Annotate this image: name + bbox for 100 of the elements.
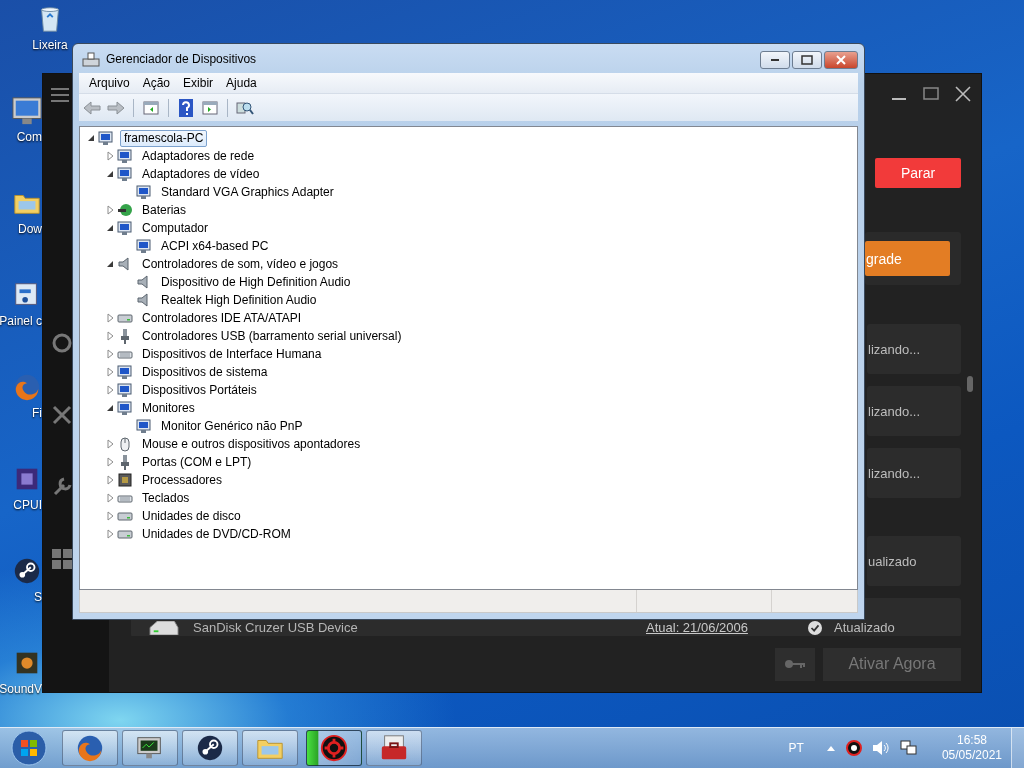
scrollbar-thumb[interactable] bbox=[967, 376, 973, 392]
monitor-icon bbox=[136, 238, 152, 254]
tree-item[interactable]: Dispositivos de Interface Humana bbox=[139, 345, 325, 363]
device-manager-icon bbox=[82, 50, 100, 67]
key-icon bbox=[784, 659, 806, 669]
tree-item[interactable]: Processadores bbox=[139, 471, 226, 489]
tree-item[interactable]: Computador bbox=[139, 219, 212, 237]
monitor-icon bbox=[117, 166, 133, 182]
expand-toggle[interactable] bbox=[105, 439, 115, 449]
monitor-icon bbox=[136, 418, 152, 434]
expand-toggle[interactable] bbox=[105, 403, 115, 413]
expand-toggle[interactable] bbox=[105, 349, 115, 359]
desktop-icon-label[interactable]: Painel c bbox=[0, 314, 42, 328]
network-icon[interactable] bbox=[899, 740, 918, 756]
minimize-button[interactable] bbox=[760, 51, 790, 69]
status-text: lizando... bbox=[867, 403, 921, 419]
expand-toggle[interactable] bbox=[105, 529, 115, 539]
tree-item[interactable]: Mouse e outros dispositivos apontadores bbox=[139, 435, 364, 453]
tree-item[interactable]: Monitor Genérico não PnP bbox=[158, 417, 306, 435]
device-name: SanDisk Cruzer USB Device bbox=[193, 620, 359, 635]
expand-toggle[interactable] bbox=[105, 313, 115, 323]
wrench-icon[interactable] bbox=[51, 476, 73, 498]
status-text: Atualizado bbox=[833, 620, 895, 635]
tree-item[interactable]: Controladores USB (barramento serial universal) bbox=[139, 327, 405, 345]
close-icon[interactable] bbox=[953, 84, 973, 104]
steam-icon bbox=[12, 556, 42, 586]
expand-toggle[interactable] bbox=[105, 151, 115, 161]
steam-icon bbox=[195, 733, 225, 763]
menu-item[interactable]: Arquivo bbox=[83, 76, 136, 90]
computer-icon bbox=[12, 96, 42, 126]
tree-item[interactable]: Standard VGA Graphics Adapter bbox=[158, 183, 337, 201]
menu-item[interactable]: Exibir bbox=[177, 76, 220, 90]
expand-toggle[interactable] bbox=[105, 457, 115, 467]
monitor-icon bbox=[117, 400, 133, 416]
version-link[interactable]: Atual: 21/06/2006 bbox=[646, 620, 808, 635]
tree-item[interactable]: Monitores bbox=[139, 399, 198, 417]
tree-item[interactable]: Dispositivo de High Definition Audio bbox=[158, 273, 354, 291]
menu-item[interactable]: Ajuda bbox=[220, 76, 263, 90]
tree-item[interactable]: Dispositivos de sistema bbox=[139, 363, 271, 381]
close-icon bbox=[835, 55, 847, 65]
maximize-icon bbox=[801, 55, 813, 65]
monitor-icon bbox=[98, 130, 114, 146]
window-title: Gerenciador de Dispositivos bbox=[106, 51, 258, 66]
tree-item[interactable]: Portas (COM e LPT) bbox=[139, 453, 255, 471]
monitor-icon bbox=[117, 382, 133, 398]
desktop-icon-label[interactable]: Com bbox=[16, 130, 42, 144]
taskbar-button[interactable] bbox=[306, 730, 362, 766]
menu-item[interactable]: Ação bbox=[136, 76, 177, 90]
firefox-icon bbox=[12, 372, 42, 402]
expand-toggle[interactable] bbox=[105, 223, 115, 233]
menu-icon[interactable] bbox=[51, 88, 69, 102]
help-icon[interactable] bbox=[176, 97, 196, 118]
expand-toggle[interactable] bbox=[105, 259, 115, 269]
minimize-icon bbox=[771, 59, 779, 61]
expand-toggle[interactable] bbox=[105, 331, 115, 341]
tree-item[interactable]: Realtek High Definition Audio bbox=[158, 291, 320, 309]
expand-toggle[interactable] bbox=[105, 493, 115, 503]
tree-item[interactable]: ACPI x64-based PC bbox=[158, 237, 272, 255]
tree-item[interactable]: framescola-PC bbox=[120, 129, 208, 147]
monitor-icon bbox=[117, 220, 133, 236]
chip-icon bbox=[117, 472, 133, 488]
desktop-icon-label[interactable]: Fi bbox=[32, 406, 42, 420]
desktop-icon-label[interactable]: S bbox=[34, 590, 42, 604]
desktop-icon-label[interactable]: Lixeira bbox=[32, 38, 68, 52]
battery-icon bbox=[117, 202, 133, 218]
expand-toggle[interactable] bbox=[105, 169, 115, 179]
tree-item[interactable]: Adaptadores de vídeo bbox=[139, 165, 263, 183]
tree-item[interactable]: Unidades de DVD/CD-ROM bbox=[139, 525, 294, 543]
expand-toggle[interactable] bbox=[86, 133, 96, 143]
tree-item[interactable]: Adaptadores de rede bbox=[139, 147, 258, 165]
tree-item[interactable]: Baterias bbox=[139, 201, 190, 219]
taskbar-button[interactable] bbox=[122, 730, 178, 766]
stop-button[interactable]: Parar bbox=[875, 158, 961, 188]
tree-item[interactable]: Controladores de som, vídeo e jogos bbox=[139, 255, 342, 273]
tree-item[interactable]: Controladores IDE ATA/ATAPI bbox=[139, 309, 305, 327]
expand-toggle[interactable] bbox=[105, 385, 115, 395]
show-hidden-icons[interactable] bbox=[825, 744, 836, 752]
status-text: ualizado bbox=[867, 553, 917, 569]
status-text: lizando... bbox=[867, 465, 921, 481]
start-button[interactable] bbox=[8, 729, 50, 767]
expand-toggle[interactable] bbox=[105, 205, 115, 215]
expand-toggle[interactable] bbox=[105, 475, 115, 485]
tree-item[interactable]: Dispositivos Portáteis bbox=[139, 381, 260, 399]
desktop-icon-label[interactable]: CPUI bbox=[13, 498, 42, 512]
grid-icon[interactable] bbox=[51, 548, 73, 570]
maximize-button[interactable] bbox=[792, 51, 822, 69]
firefox-icon bbox=[75, 733, 105, 763]
expand-toggle[interactable] bbox=[105, 511, 115, 521]
close-button[interactable] bbox=[824, 51, 858, 69]
key-button[interactable] bbox=[775, 647, 815, 681]
drive-icon bbox=[149, 621, 179, 635]
desktop-icon-label[interactable]: Dow bbox=[18, 222, 42, 236]
taskbar-button[interactable] bbox=[182, 730, 238, 766]
status-text: lizando... bbox=[867, 341, 921, 357]
tree-item[interactable]: Teclados bbox=[139, 489, 193, 507]
monitor-icon bbox=[117, 364, 133, 380]
monitor-icon bbox=[117, 148, 133, 164]
expand-toggle[interactable] bbox=[105, 367, 115, 377]
monitor-icon bbox=[136, 184, 152, 200]
tree-item[interactable]: Unidades de disco bbox=[139, 507, 244, 525]
